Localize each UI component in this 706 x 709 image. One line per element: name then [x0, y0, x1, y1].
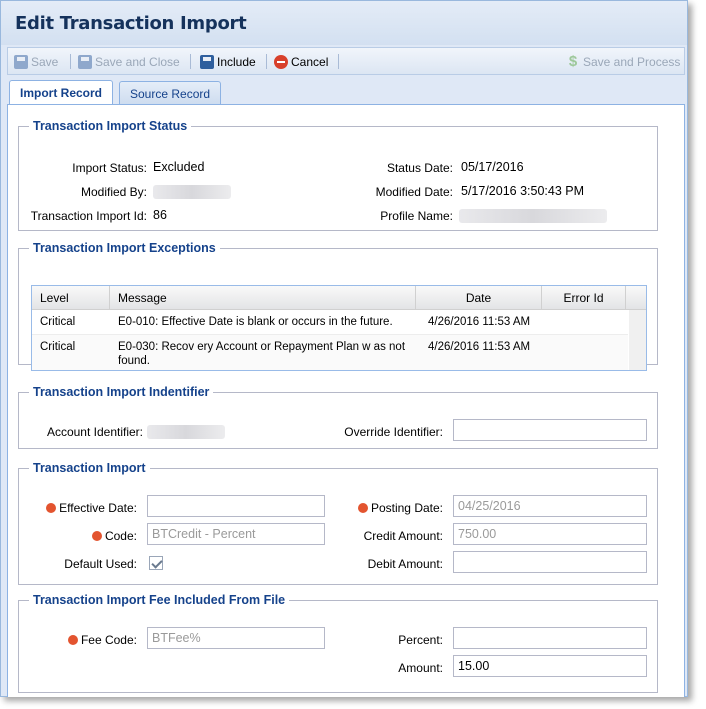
modified-date-label: Modified Date: — [375, 185, 453, 199]
modified-by-label: Modified By: — [80, 185, 147, 199]
row-message: E0-030: Recov ery Account or Repayment P… — [118, 341, 406, 367]
table-row[interactable]: Critical E0-010: Effective Date is blank… — [32, 310, 628, 334]
percent-label: Percent: — [398, 633, 443, 647]
debit-amount-label: Debit Amount: — [367, 557, 443, 571]
save-button[interactable]: Save — [14, 53, 58, 71]
account-identifier-label: Account Identifier: — [46, 425, 143, 439]
credit-amount-label: Credit Amount: — [363, 529, 443, 543]
table-row[interactable]: Critical E0-030: Recov ery Account or Re… — [32, 334, 628, 370]
save-and-close-label: Save and Close — [95, 55, 180, 69]
row-date: 4/26/2016 11:53 AM — [428, 316, 531, 328]
effective-date-label: Effective Date: — [19, 501, 137, 515]
transaction-import-legend: Transaction Import — [33, 461, 146, 475]
percent-input[interactable] — [453, 627, 647, 649]
fee-code-input[interactable]: BTFee% — [147, 627, 325, 649]
include-label: Include — [217, 55, 256, 69]
effective-date-label-text: Effective Date: — [59, 501, 137, 515]
account-identifier-value-redacted — [147, 425, 225, 439]
save-icon — [14, 55, 28, 69]
posting-date-input[interactable]: 04/25/2016 — [453, 495, 647, 517]
required-icon — [357, 503, 368, 513]
credit-amount-input[interactable]: 750.00 — [453, 523, 647, 545]
row-level: Critical — [40, 316, 76, 328]
window-title: Edit Transaction Import — [15, 13, 247, 34]
fee-legend: Transaction Import Fee Included From Fil… — [33, 593, 286, 607]
override-identifier-label: Override Identifier: — [344, 425, 443, 439]
exceptions-grid: Level Message Date Error Id Critical E0-… — [31, 285, 647, 371]
modified-by-value-redacted — [153, 185, 231, 199]
tab-source-record[interactable]: Source Record — [119, 81, 222, 105]
code-label: Code: — [19, 529, 137, 543]
import-status-value: Excluded — [153, 160, 205, 174]
transaction-import-fieldset: Transaction Import Effective Date: Code:… — [18, 461, 658, 585]
status-date-label: Status Date: — [386, 161, 453, 175]
identifier-fieldset: Transaction Import Indentifier Account I… — [18, 385, 658, 449]
include-button[interactable]: Include — [200, 53, 256, 71]
exceptions-grid-header: Level Message Date Error Id — [32, 286, 646, 310]
toolbar: Save Save and Close Include Cancel $ Sav… — [7, 47, 685, 75]
override-identifier-input[interactable] — [453, 419, 647, 441]
save-and-close-button[interactable]: Save and Close — [78, 53, 180, 71]
fee-code-label: Fee Code: — [19, 633, 137, 647]
toolbar-separator — [190, 54, 191, 69]
transaction-import-id-value: 86 — [153, 208, 167, 222]
row-message: E0-010: Effective Date is blank or occur… — [118, 316, 393, 328]
profile-name-value-redacted — [459, 209, 607, 223]
fee-code-label-text: Fee Code: — [80, 633, 137, 647]
required-icon — [67, 635, 78, 645]
column-header-message[interactable]: Message — [110, 286, 416, 310]
cancel-label: Cancel — [291, 55, 329, 69]
fee-fieldset: Transaction Import Fee Included From Fil… — [18, 593, 658, 693]
exceptions-legend: Transaction Import Exceptions — [33, 241, 216, 255]
window-titlebar[interactable]: Edit Transaction Import — [1, 1, 687, 45]
exceptions-fieldset: Transaction Import Exceptions Level Mess… — [18, 241, 658, 371]
tab-import-record[interactable]: Import Record — [9, 80, 114, 106]
toolbar-separator — [266, 54, 267, 69]
row-level: Critical — [40, 341, 76, 353]
save-label: Save — [31, 55, 59, 69]
default-used-checkbox[interactable] — [149, 556, 163, 570]
toolbar-separator — [70, 54, 71, 69]
tab-strip: Import Record Source Record — [7, 79, 685, 106]
status-legend: Transaction Import Status — [33, 119, 188, 133]
edit-transaction-import-window: Edit Transaction Import Save Save and Cl… — [0, 0, 688, 697]
debit-amount-input[interactable] — [453, 551, 647, 573]
cancel-button[interactable]: Cancel — [274, 53, 328, 71]
identifier-legend: Transaction Import Indentifier — [33, 385, 210, 399]
effective-date-input[interactable] — [147, 495, 325, 517]
status-fieldset: Transaction Import Status Import Status:… — [18, 119, 658, 231]
transaction-import-id-label: Transaction Import Id: — [30, 209, 147, 223]
column-header-date[interactable]: Date — [416, 286, 542, 310]
code-input[interactable]: BTCredit - Percent — [147, 523, 325, 545]
tab-content-import-record: Transaction Import Status Import Status:… — [7, 105, 685, 697]
column-header-level[interactable]: Level — [32, 286, 110, 310]
row-date: 4/26/2016 11:53 AM — [428, 341, 531, 353]
required-icon — [46, 503, 57, 513]
dollar-icon: $ — [568, 53, 578, 70]
required-icon — [91, 531, 102, 541]
amount-label: Amount: — [398, 661, 443, 675]
code-label-text: Code: — [104, 529, 137, 543]
status-date-value: 05/17/2016 — [461, 160, 524, 174]
exceptions-grid-scrollbar[interactable] — [629, 310, 646, 370]
toolbar-separator — [338, 54, 339, 69]
save-and-process-label: Save and Process — [583, 55, 681, 69]
save-close-icon — [78, 55, 92, 69]
column-header-error-id[interactable]: Error Id — [542, 286, 626, 310]
cancel-icon — [274, 55, 288, 69]
default-used-label: Default Used: — [64, 557, 137, 571]
profile-name-label: Profile Name: — [380, 209, 453, 223]
amount-input[interactable]: 15.00 — [453, 655, 647, 677]
import-status-label: Import Status: — [72, 161, 147, 175]
modified-date-value: 5/17/2016 3:50:43 PM — [461, 184, 585, 198]
include-icon — [200, 55, 214, 69]
posting-date-label-text: Posting Date: — [370, 501, 443, 515]
posting-date-label: Posting Date: — [319, 501, 443, 515]
save-and-process-button[interactable]: $ Save and Process — [566, 53, 681, 71]
